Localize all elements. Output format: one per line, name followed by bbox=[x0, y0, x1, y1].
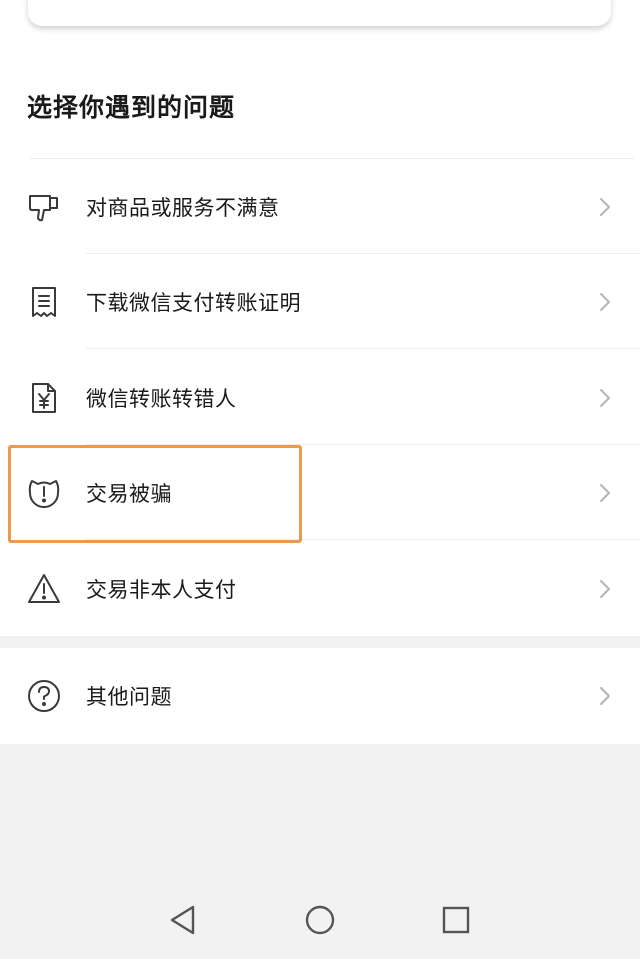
problem-item-download-proof[interactable]: 下载微信支付转账证明 bbox=[0, 254, 640, 349]
problem-item-label: 其他问题 bbox=[86, 684, 172, 709]
section-gap bbox=[0, 636, 640, 648]
receipt-icon bbox=[26, 284, 62, 320]
problem-item-unauthorized-payment[interactable]: 交易非本人支付 bbox=[0, 541, 640, 636]
yuan-document-icon bbox=[26, 380, 62, 416]
home-circle-icon[interactable] bbox=[300, 900, 340, 940]
question-circle-icon bbox=[26, 678, 62, 714]
problem-item-unsatisfied[interactable]: 对商品或服务不满意 bbox=[0, 159, 640, 254]
problem-item-scammed[interactable]: 交易被骗 bbox=[0, 445, 640, 540]
recents-square-icon[interactable] bbox=[436, 900, 476, 940]
other-problem-panel: 其他问题 bbox=[0, 648, 640, 744]
warning-triangle-icon bbox=[26, 571, 62, 607]
problem-item-label: 对商品或服务不满意 bbox=[86, 195, 280, 220]
problem-item-label: 微信转账转错人 bbox=[86, 386, 237, 411]
problem-list-panel: 选择你遇到的问题 对商品或服务不满意 下载微信支付转账证明 微信转账转错人 交易… bbox=[0, 0, 640, 636]
chevron-right-icon bbox=[598, 387, 612, 409]
problem-item-wrong-transfer[interactable]: 微信转账转错人 bbox=[0, 350, 640, 445]
back-triangle-icon[interactable] bbox=[163, 900, 203, 940]
section-title: 选择你遇到的问题 bbox=[27, 93, 236, 122]
problem-item-label: 交易非本人支付 bbox=[86, 577, 237, 602]
row-divider bbox=[86, 348, 640, 349]
alert-shield-icon bbox=[26, 475, 62, 511]
chevron-right-icon bbox=[598, 291, 612, 313]
chevron-right-icon bbox=[598, 685, 612, 707]
problem-item-label: 交易被骗 bbox=[86, 481, 172, 506]
problem-item-label: 下载微信支付转账证明 bbox=[86, 290, 301, 315]
top-card bbox=[28, 0, 611, 26]
problem-item-other[interactable]: 其他问题 bbox=[0, 648, 640, 743]
chevron-right-icon bbox=[598, 196, 612, 218]
chevron-right-icon bbox=[598, 482, 612, 504]
thumbs-down-icon bbox=[26, 189, 62, 225]
system-navigation-bar bbox=[0, 880, 640, 959]
chevron-right-icon bbox=[598, 578, 612, 600]
row-divider bbox=[86, 539, 640, 540]
